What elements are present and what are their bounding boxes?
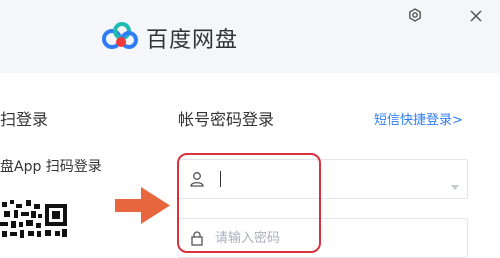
caret-down-icon[interactable] [451,176,459,195]
username-input[interactable] [221,160,467,198]
pointer-arrow [115,185,171,231]
app-name: 百度网盘 [146,28,239,53]
close-icon [470,7,482,26]
username-field[interactable] [178,159,468,199]
account-login-title: 帐号密码登录 [178,110,275,129]
user-icon [179,171,215,187]
qr-login-hint: 盘App 扫码登录 [0,159,102,175]
header-bar: 百度网盘 [0,0,500,73]
qr-login-title: 扫登录 [0,110,49,129]
qr-code [0,198,68,240]
password-input[interactable] [215,219,467,257]
sms-login-link[interactable]: 短信快捷登录> [374,109,463,128]
baidu-netdisk-logo [100,21,140,55]
password-field[interactable] [178,218,468,258]
close-button[interactable] [466,6,486,26]
brand: 百度网盘 [100,21,238,55]
settings-button[interactable] [405,6,425,26]
lock-icon [179,230,215,246]
gear-icon [408,7,422,26]
